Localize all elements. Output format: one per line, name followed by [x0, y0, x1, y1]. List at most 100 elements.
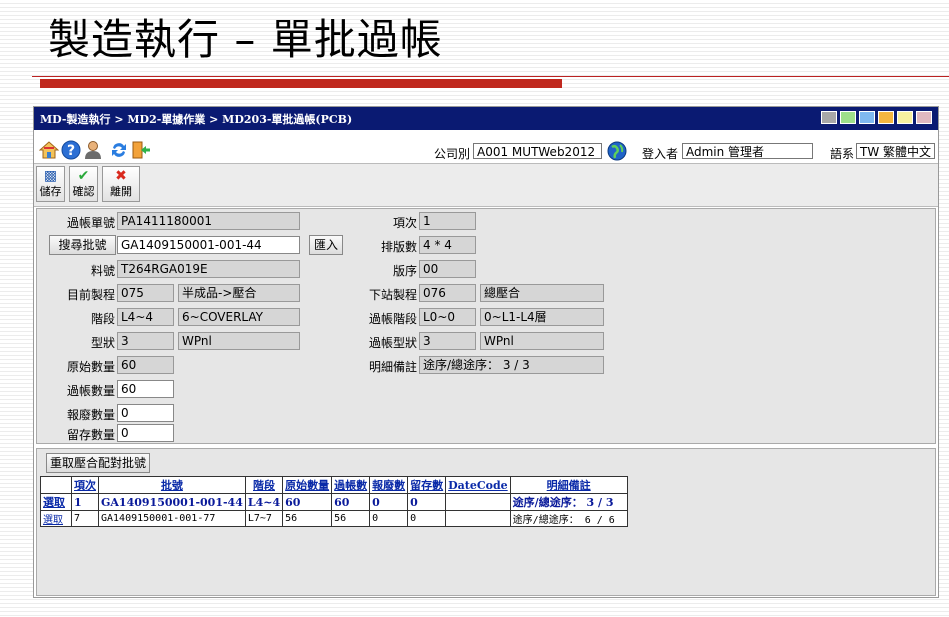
theme-swatch-orange[interactable]: [878, 111, 894, 124]
next-process-name: 總壓合: [480, 284, 604, 302]
layout-label: 排版數: [380, 240, 417, 254]
save-button[interactable]: ▩ 儲存: [36, 166, 65, 202]
confirm-button[interactable]: ✔ 確認: [69, 166, 98, 202]
type-name: WPnl: [178, 332, 300, 350]
post-form-panel: 過帳單號 PA1411180001 搜尋批號 GA1409150001-001-…: [36, 208, 936, 444]
part-no-label: 料號: [90, 264, 115, 278]
table-header-row: 項次 批號 階段 原始數量 過帳數 報廢數 留存數 DateCode 明細備註: [40, 476, 628, 494]
home-icon[interactable]: [39, 140, 59, 160]
stage-name: 6~COVERLAY: [178, 308, 300, 326]
current-process-label: 目前製程: [66, 288, 115, 302]
column-header[interactable]: 階段: [244, 476, 284, 494]
post-type-code: 3: [419, 332, 476, 350]
app-header: MD-製造執行 > MD2-單據作業 > MD203-單批過帳(PCB): [34, 107, 938, 130]
refetch-pair-lot-button[interactable]: 重取壓合配對批號: [46, 453, 150, 473]
theme-swatch-gray[interactable]: [821, 111, 837, 124]
close-circle-icon: ✖: [115, 168, 127, 184]
original-qty-field: 60: [117, 356, 174, 374]
theme-swatches: [821, 111, 932, 124]
post-qty-label: 過帳數量: [66, 384, 115, 398]
stage-label: 階段: [90, 312, 115, 326]
action-button-bar: ▩ 儲存 ✔ 確認 ✖ 離開: [34, 163, 938, 207]
column-header[interactable]: 項次: [71, 476, 99, 494]
post-stage-name: 0~L1-L4層: [480, 308, 604, 326]
table-cell: 60: [331, 493, 371, 511]
column-header[interactable]: 批號: [98, 476, 246, 494]
theme-swatch-pink[interactable]: [916, 111, 932, 124]
scrap-qty-input[interactable]: 0: [117, 404, 174, 422]
company-label: 公司別: [434, 147, 471, 161]
post-no-label: 過帳單號: [66, 216, 115, 230]
part-no-field: T264RGA019E: [117, 260, 300, 278]
column-header[interactable]: 明細備註: [509, 476, 628, 494]
current-process-code: 075: [117, 284, 174, 302]
post-qty-input[interactable]: 60: [117, 380, 174, 398]
stage-code: L4~4: [117, 308, 174, 326]
table-cell: 56: [282, 510, 333, 527]
table-cell: 60: [282, 493, 333, 511]
slide-title: 製造執行 – 單批過帳: [48, 15, 443, 64]
refresh-icon[interactable]: [109, 140, 129, 160]
column-header[interactable]: 原始數量: [282, 476, 333, 494]
exit-icon[interactable]: [131, 140, 151, 160]
post-stage-code: L0~0: [419, 308, 476, 326]
table-cell: 1: [71, 493, 99, 511]
post-stage-label: 過帳階段: [368, 312, 417, 326]
original-qty-label: 原始數量: [66, 360, 115, 374]
scrap-qty-label: 報廢數量: [66, 408, 115, 422]
table-cell: 途序/總途序： 6 / 6: [509, 510, 628, 527]
next-process-label: 下站製程: [368, 288, 417, 302]
table-cell: [445, 510, 511, 527]
toolbar-row: ? 公司別 A001 MUTWeb2012 登入者 Admin 管理者 語系 T…: [34, 137, 938, 163]
version-field: 00: [419, 260, 476, 278]
app-window: MD-製造執行 > MD2-單據作業 > MD203-單批過帳(PCB) ? 公…: [33, 106, 939, 598]
row-select-link[interactable]: 選取: [40, 510, 72, 527]
post-type-name: WPnl: [480, 332, 604, 350]
user-icon[interactable]: [83, 140, 103, 160]
language-select[interactable]: TW 繁體中文: [856, 143, 935, 159]
table-row[interactable]: 選取 7 GA1409150001-001-77 L7~7 56 56 0 0 …: [40, 510, 628, 527]
svg-text:?: ?: [67, 143, 75, 159]
theme-swatch-green[interactable]: [840, 111, 856, 124]
column-header[interactable]: 過帳數: [331, 476, 371, 494]
lot-grid-panel: 重取壓合配對批號 項次 批號 階段 原始數量 過帳數 報廢數 留存數 DateC…: [36, 448, 936, 596]
column-header[interactable]: 報廢數: [369, 476, 409, 494]
title-accent-bar: [40, 79, 562, 88]
table-cell: 56: [331, 510, 371, 527]
title-divider: [32, 76, 949, 77]
theme-swatch-blue[interactable]: [859, 111, 875, 124]
table-row[interactable]: 選取 1 GA1409150001-001-44 L4~4 60 60 0 0 …: [40, 493, 628, 511]
language-label: 語系: [830, 147, 855, 161]
help-icon[interactable]: ?: [61, 140, 81, 160]
item-field: 1: [419, 212, 476, 230]
table-cell: 0: [407, 493, 447, 511]
user-field[interactable]: Admin 管理者: [682, 143, 813, 159]
breadcrumb: MD-製造執行 > MD2-單據作業 > MD203-單批過帳(PCB): [40, 113, 353, 126]
column-header: [40, 476, 72, 494]
detail-note-label: 明細備註: [368, 360, 417, 374]
post-type-label: 過帳型狀: [368, 336, 417, 350]
company-field[interactable]: A001 MUTWeb2012: [473, 143, 602, 159]
row-select-link[interactable]: 選取: [40, 493, 72, 511]
theme-swatch-yellow[interactable]: [897, 111, 913, 124]
post-no-field: PA1411180001: [117, 212, 300, 230]
table-cell: GA1409150001-001-77: [98, 510, 246, 527]
checkmark-icon: ✔: [77, 168, 90, 184]
leave-button[interactable]: ✖ 離開: [102, 166, 140, 202]
table-cell: 途序/總途序： 3 / 3: [509, 493, 628, 511]
import-button[interactable]: 匯入: [309, 235, 343, 255]
version-label: 版序: [392, 264, 417, 278]
column-header[interactable]: 留存數: [407, 476, 447, 494]
search-lot-button[interactable]: 搜尋批號: [49, 235, 116, 255]
lot-no-input[interactable]: GA1409150001-001-44: [117, 236, 300, 254]
retain-qty-input[interactable]: 0: [117, 424, 174, 442]
table-cell: 0: [369, 493, 409, 511]
column-header[interactable]: DateCode: [445, 476, 511, 494]
item-label: 項次: [392, 216, 417, 230]
globe-icon[interactable]: [607, 141, 627, 161]
next-process-code: 076: [419, 284, 476, 302]
table-cell: 0: [369, 510, 409, 527]
type-code: 3: [117, 332, 174, 350]
table-cell: 7: [71, 510, 99, 527]
retain-qty-label: 留存數量: [66, 428, 115, 442]
